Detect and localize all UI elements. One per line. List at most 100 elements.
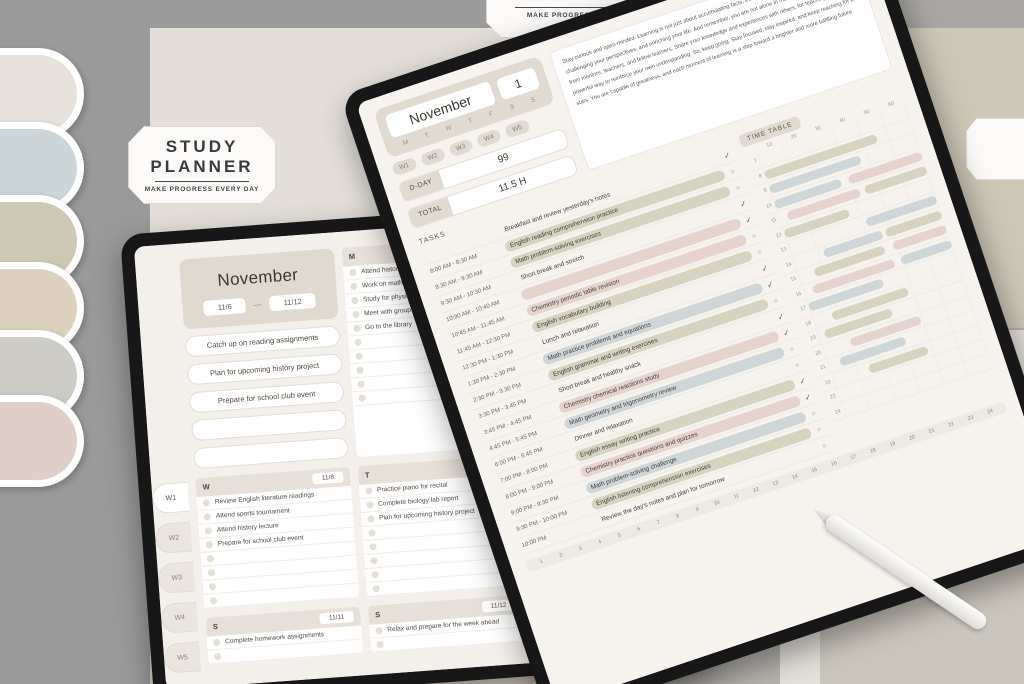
weekly-task-checkbox[interactable] <box>349 282 358 291</box>
weekly-task-checkbox[interactable] <box>367 529 376 537</box>
daily-weekday-letter-3: T <box>467 117 474 126</box>
weekly-task-checkbox[interactable] <box>202 499 211 507</box>
daily-task-checkbox[interactable]: ✓ <box>772 309 791 323</box>
weekly-task-checkbox[interactable] <box>369 557 378 565</box>
daily-scale-hour-5[interactable]: 5 <box>609 530 630 542</box>
daily-scale-hour-19[interactable]: 19 <box>882 438 903 450</box>
daily-task-checkbox[interactable]: ● <box>723 164 742 179</box>
daily-scale-hour-14[interactable]: 14 <box>784 471 805 483</box>
weekly-task-checkbox[interactable] <box>356 380 365 389</box>
weekly-task-checkbox[interactable] <box>205 541 214 549</box>
daily-week-tab-w4[interactable]: W4 <box>475 128 503 149</box>
weekly-task-checkbox[interactable] <box>375 626 383 635</box>
weekly-task-text: Practice piano for recital <box>376 481 448 494</box>
weekly-task-checkbox[interactable] <box>204 527 213 535</box>
daily-scale-hour-17[interactable]: 17 <box>843 451 864 463</box>
daily-task-checkbox[interactable]: ✓ <box>777 325 796 339</box>
daily-week-tab-w3[interactable]: W3 <box>447 137 475 158</box>
daily-scale-hour-9[interactable]: 9 <box>687 504 708 516</box>
daily-scale-hour-3[interactable]: 3 <box>570 543 591 555</box>
weekly-task-checkbox[interactable] <box>370 571 379 579</box>
daily-scale-hour-1[interactable]: 1 <box>531 556 552 568</box>
weekly-task-checkbox[interactable] <box>207 568 216 577</box>
weekly-day-date[interactable]: 11/11 <box>319 610 354 625</box>
weekly-week-tab-w5[interactable]: W5 <box>163 641 202 674</box>
weekly-task-checkbox[interactable] <box>203 513 212 521</box>
weekly-week-tab-w1[interactable]: W1 <box>151 481 190 515</box>
weekly-task-checkbox[interactable] <box>376 640 384 649</box>
weekly-range-start[interactable]: 11/6 <box>203 298 247 317</box>
daily-scale-hour-4[interactable]: 4 <box>589 536 610 548</box>
daily-task-checkbox[interactable]: ✓ <box>793 374 812 388</box>
weekly-week-tab-w2[interactable]: W2 <box>154 521 193 555</box>
daily-week-tab-w2[interactable]: W2 <box>419 147 446 168</box>
daily-task-checkbox[interactable]: ● <box>728 180 747 195</box>
daily-task-checkbox[interactable]: ✓ <box>718 148 737 162</box>
weekly-priority-item-4[interactable] <box>190 408 347 442</box>
weekly-day-date[interactable]: 11/8 <box>312 471 344 485</box>
weekly-task-text <box>369 380 371 387</box>
weekly-week-tab-w3[interactable]: W3 <box>157 561 196 595</box>
daily-scale-hour-12[interactable]: 12 <box>745 484 766 496</box>
weekly-range-end[interactable]: 11/12 <box>269 292 317 312</box>
weekly-task-checkbox[interactable] <box>208 582 217 591</box>
weekly-task-text <box>226 652 228 659</box>
daily-scale-hour-7[interactable]: 7 <box>648 517 669 529</box>
weekly-task-checkbox[interactable] <box>348 268 357 277</box>
weekly-task-checkbox[interactable] <box>351 310 360 319</box>
daily-scale-hour-22[interactable]: 22 <box>940 419 961 431</box>
daily-scale-hour-11[interactable]: 11 <box>726 491 747 503</box>
daily-scale-hour-18[interactable]: 18 <box>862 445 883 457</box>
weekly-task-checkbox[interactable] <box>206 554 215 563</box>
daily-task-checkbox[interactable]: ● <box>788 357 807 372</box>
weekly-task-checkbox[interactable] <box>352 324 361 333</box>
daily-task-checkbox[interactable]: ✓ <box>798 390 817 404</box>
daily-week-tab-w1[interactable]: W1 <box>391 156 418 177</box>
weekly-task-text <box>221 582 223 589</box>
daily-scale-hour-24[interactable]: 24 <box>979 406 1000 418</box>
daily-task-checkbox[interactable]: ● <box>782 341 801 356</box>
weekly-task-checkbox[interactable] <box>368 543 377 551</box>
weekly-task-checkbox[interactable] <box>354 352 363 361</box>
weekly-task-checkbox[interactable] <box>365 501 374 509</box>
daily-scale-hour-2[interactable]: 2 <box>550 549 571 561</box>
daily-task-checkbox[interactable]: ● <box>814 438 833 453</box>
daily-task-checkbox[interactable]: ● <box>804 406 823 421</box>
weekly-priority-item-1[interactable]: Catch up on reading assignments <box>184 325 341 358</box>
weekly-month-name: November <box>216 265 299 290</box>
daily-task-checkbox[interactable]: ● <box>744 228 763 243</box>
daily-task-checkbox[interactable]: ✓ <box>761 277 780 291</box>
weekly-task-checkbox[interactable] <box>350 296 359 305</box>
weekly-priority-item-2[interactable]: Plan for upcoming history project <box>186 353 343 386</box>
weekly-task-checkbox[interactable] <box>353 338 362 347</box>
weekly-priority-item-3[interactable]: Prepare for school club event <box>188 381 345 414</box>
weekly-task-text <box>380 529 382 536</box>
daily-scale-hour-23[interactable]: 23 <box>960 412 981 424</box>
weekly-task-checkbox[interactable] <box>364 487 373 495</box>
weekly-week-tab-w4[interactable]: W4 <box>160 601 199 634</box>
weekly-task-checkbox[interactable] <box>355 366 364 375</box>
daily-scale-hour-13[interactable]: 13 <box>765 478 786 490</box>
daily-task-checkbox[interactable]: ● <box>809 422 828 437</box>
daily-task-checkbox[interactable]: ● <box>750 244 769 259</box>
daily-scale-hour-21[interactable]: 21 <box>921 425 942 437</box>
daily-task-checkbox[interactable]: ✓ <box>739 213 758 227</box>
weekly-task-checkbox[interactable] <box>372 584 380 593</box>
weekly-task-checkbox[interactable] <box>212 638 221 647</box>
weekly-priority-item-5[interactable] <box>192 436 349 470</box>
weekly-task-text <box>219 554 221 561</box>
daily-task-checkbox[interactable]: ● <box>766 293 785 308</box>
daily-scale-hour-20[interactable]: 20 <box>901 432 922 444</box>
daily-scale-hour-15[interactable]: 15 <box>804 464 825 476</box>
daily-scale-hour-8[interactable]: 8 <box>667 510 688 522</box>
daily-task-checkbox[interactable]: ✓ <box>755 261 774 275</box>
daily-scale-hour-6[interactable]: 6 <box>628 523 649 535</box>
daily-scale-hour-10[interactable]: 10 <box>706 497 727 509</box>
daily-scale-hour-16[interactable]: 16 <box>823 458 844 470</box>
weekly-task-checkbox[interactable] <box>213 652 222 661</box>
weekly-task-checkbox[interactable] <box>358 394 366 402</box>
weekly-task-checkbox[interactable] <box>366 515 375 523</box>
daily-week-tab-w5[interactable]: W5 <box>503 118 531 139</box>
daily-task-checkbox[interactable]: ✓ <box>734 196 753 210</box>
weekly-task-checkbox[interactable] <box>209 596 218 605</box>
